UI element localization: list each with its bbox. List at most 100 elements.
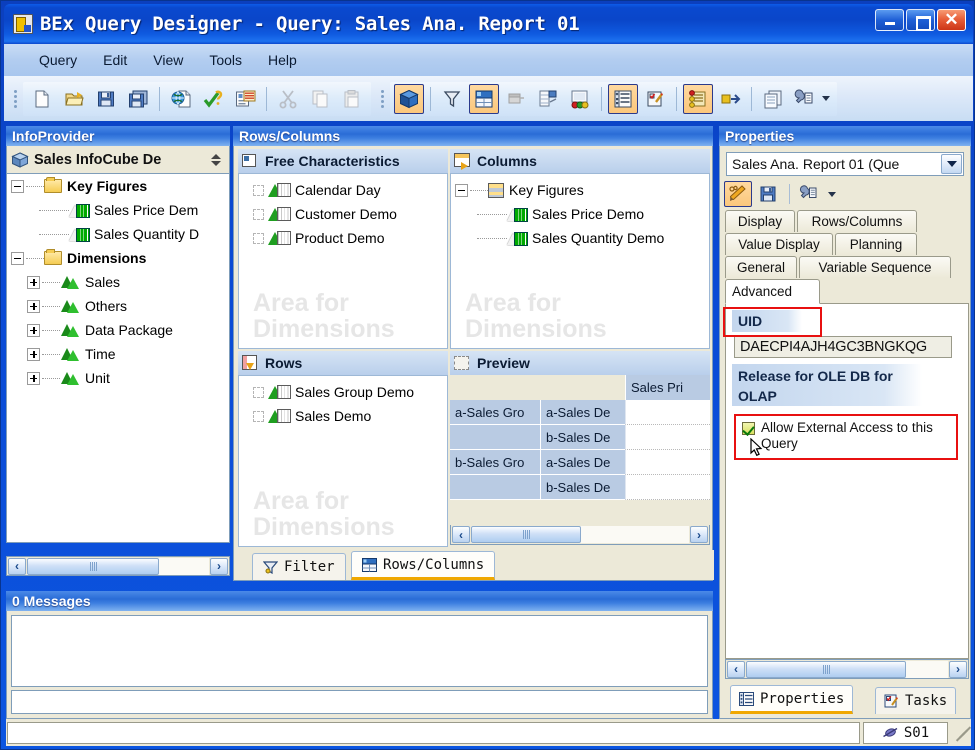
preview-hscrollbar[interactable]: ‹ › — [450, 525, 710, 545]
tree-item-unit[interactable]: Unit — [7, 366, 229, 390]
scroll-right-button[interactable]: › — [949, 660, 967, 678]
tree-item-sales-quantity-demo[interactable]: Sales Quantity Demo — [451, 226, 709, 250]
query-properties-icon[interactable] — [230, 84, 260, 114]
check-query-icon[interactable] — [198, 84, 228, 114]
tab-general[interactable]: General — [725, 256, 797, 278]
tab-advanced[interactable]: Advanced — [725, 279, 820, 304]
tree-item-key-figures[interactable]: Key Figures — [451, 178, 709, 202]
uid-value-field[interactable]: DAECPI4AJH4GC3BNGKQG — [734, 336, 952, 358]
menu-item-query[interactable]: Query — [26, 48, 90, 72]
tree-item-sales-price-demo[interactable]: Sales Price Demo — [451, 202, 709, 226]
messages-list[interactable] — [11, 615, 708, 687]
scroll-right-button[interactable]: › — [690, 526, 708, 543]
tree-toggle-plus-icon[interactable] — [27, 299, 40, 313]
list-item[interactable]: Sales Group Demo — [239, 380, 447, 404]
settings-wrench-icon[interactable] — [790, 84, 820, 114]
free-characteristics-drop-area[interactable]: Area for Dimensions Calendar Day Custome… — [238, 173, 448, 349]
list-item[interactable]: Sales Demo — [239, 404, 447, 428]
table-row[interactable]: b-Sales Gro a-Sales De — [450, 450, 710, 475]
messages-scroll-icon[interactable] — [683, 83, 713, 114]
conditions-icon[interactable] — [565, 84, 595, 114]
columns-drop-area[interactable]: Area for Dimensions Key Figures Sales Pr… — [450, 173, 710, 349]
tree-toggle-minus-icon[interactable] — [455, 183, 468, 197]
allow-external-access-checkbox[interactable] — [742, 422, 755, 435]
infoprovider-cube-header[interactable]: Sales InfoCube De — [6, 146, 230, 173]
maximize-button[interactable] — [906, 9, 935, 31]
export-arrow-icon[interactable] — [715, 84, 745, 114]
toolbar-grip-1[interactable] — [12, 85, 19, 113]
properties-object-select[interactable]: Sales Ana. Report 01 (Que — [726, 152, 964, 176]
tree-item-key-figures[interactable]: Key Figures — [7, 174, 229, 198]
scroll-thumb[interactable] — [471, 526, 581, 543]
table-row[interactable]: a-Sales Gro a-Sales De — [450, 400, 710, 425]
list-item[interactable]: Product Demo — [239, 226, 447, 250]
tree-item-others[interactable]: Others — [7, 294, 229, 318]
cell-definition-icon[interactable] — [501, 84, 531, 114]
tree-toggle-plus-icon[interactable] — [27, 275, 40, 289]
chevron-down-icon[interactable] — [828, 191, 836, 197]
menu-item-tools[interactable]: Tools — [196, 48, 255, 72]
menu-item-view[interactable]: View — [140, 48, 196, 72]
menu-item-edit[interactable]: Edit — [90, 48, 140, 72]
properties-list-icon[interactable] — [608, 83, 638, 114]
minimize-button[interactable] — [875, 9, 904, 31]
tree-toggle-plus-icon[interactable] — [27, 371, 40, 385]
toolbar-overflow-caret-icon[interactable] — [822, 96, 830, 101]
filter-funnel-icon[interactable] — [437, 84, 467, 114]
save-query-icon[interactable] — [91, 84, 121, 114]
menu-item-help[interactable]: Help — [255, 48, 310, 72]
tab-filter[interactable]: Filter — [252, 553, 346, 580]
scroll-track[interactable] — [27, 557, 209, 575]
tab-rows-columns[interactable]: Rows/Columns — [351, 551, 496, 580]
tab-value-display[interactable]: Value Display — [725, 233, 833, 255]
tab-properties[interactable]: Properties — [730, 685, 854, 714]
tree-toggle-minus-icon[interactable] — [11, 251, 24, 265]
tree-item-sales-price-demo[interactable]: Sales Price Dem — [7, 198, 229, 222]
open-query-icon[interactable] — [59, 84, 89, 114]
infoprovider-cube-icon[interactable] — [394, 83, 424, 114]
chevron-down-icon[interactable] — [941, 154, 962, 174]
scroll-track[interactable] — [471, 526, 689, 543]
rows-columns-grid-icon[interactable] — [469, 83, 499, 114]
documents-icon[interactable] — [758, 84, 788, 114]
properties-hscrollbar[interactable]: ‹ › — [725, 659, 969, 679]
toolbar-grip-2[interactable] — [379, 85, 386, 113]
tab-planning[interactable]: Planning — [835, 233, 917, 255]
copy-icon[interactable] — [305, 84, 335, 114]
scroll-track[interactable] — [746, 660, 948, 678]
tree-item-dimensions[interactable]: Dimensions — [7, 246, 229, 270]
cut-icon[interactable] — [273, 84, 303, 114]
settings-wrench-icon[interactable] — [795, 181, 823, 207]
list-item[interactable]: Calendar Day — [239, 178, 447, 202]
save-disk-icon[interactable] — [754, 181, 782, 207]
tab-tasks[interactable]: Tasks — [875, 687, 957, 714]
tree-item-sales[interactable]: Sales — [7, 270, 229, 294]
scroll-left-button[interactable]: ‹ — [8, 557, 26, 575]
tab-rows-columns[interactable]: Rows/Columns — [797, 210, 917, 232]
sort-updown-icon[interactable] — [211, 153, 221, 166]
resize-grip-icon[interactable] — [951, 724, 972, 742]
tree-item-sales-quantity-demo[interactable]: Sales Quantity D — [7, 222, 229, 246]
status-system-indicator[interactable]: S01 — [863, 721, 948, 744]
rows-drop-area[interactable]: Area for Dimensions Sales Group Demo Sal… — [238, 375, 448, 547]
list-item[interactable]: Customer Demo — [239, 202, 447, 226]
new-query-icon[interactable] — [27, 84, 57, 114]
tab-variable-sequence[interactable]: Variable Sequence — [799, 256, 951, 278]
tree-toggle-plus-icon[interactable] — [27, 323, 40, 337]
save-as-query-icon[interactable] — [123, 84, 153, 114]
scroll-left-button[interactable]: ‹ — [452, 526, 470, 543]
tasks-checklist-icon[interactable] — [640, 84, 670, 114]
table-row[interactable]: b-Sales De — [450, 425, 710, 450]
tab-display[interactable]: Display — [725, 210, 795, 232]
infoprovider-hscrollbar[interactable]: ‹ › — [6, 556, 230, 576]
table-row[interactable]: b-Sales De — [450, 475, 710, 500]
paste-icon[interactable] — [337, 84, 367, 114]
scroll-thumb[interactable] — [746, 660, 906, 678]
close-button[interactable]: ✕ — [937, 9, 966, 31]
scroll-left-button[interactable]: ‹ — [727, 660, 745, 678]
publish-web-icon[interactable] — [166, 84, 196, 114]
tree-toggle-minus-icon[interactable] — [11, 179, 24, 193]
infoprovider-tree[interactable]: Key Figures Sales Price Dem Sales Quanti… — [6, 173, 230, 543]
edit-pencil-icon[interactable] — [724, 181, 752, 207]
tree-item-time[interactable]: Time — [7, 342, 229, 366]
